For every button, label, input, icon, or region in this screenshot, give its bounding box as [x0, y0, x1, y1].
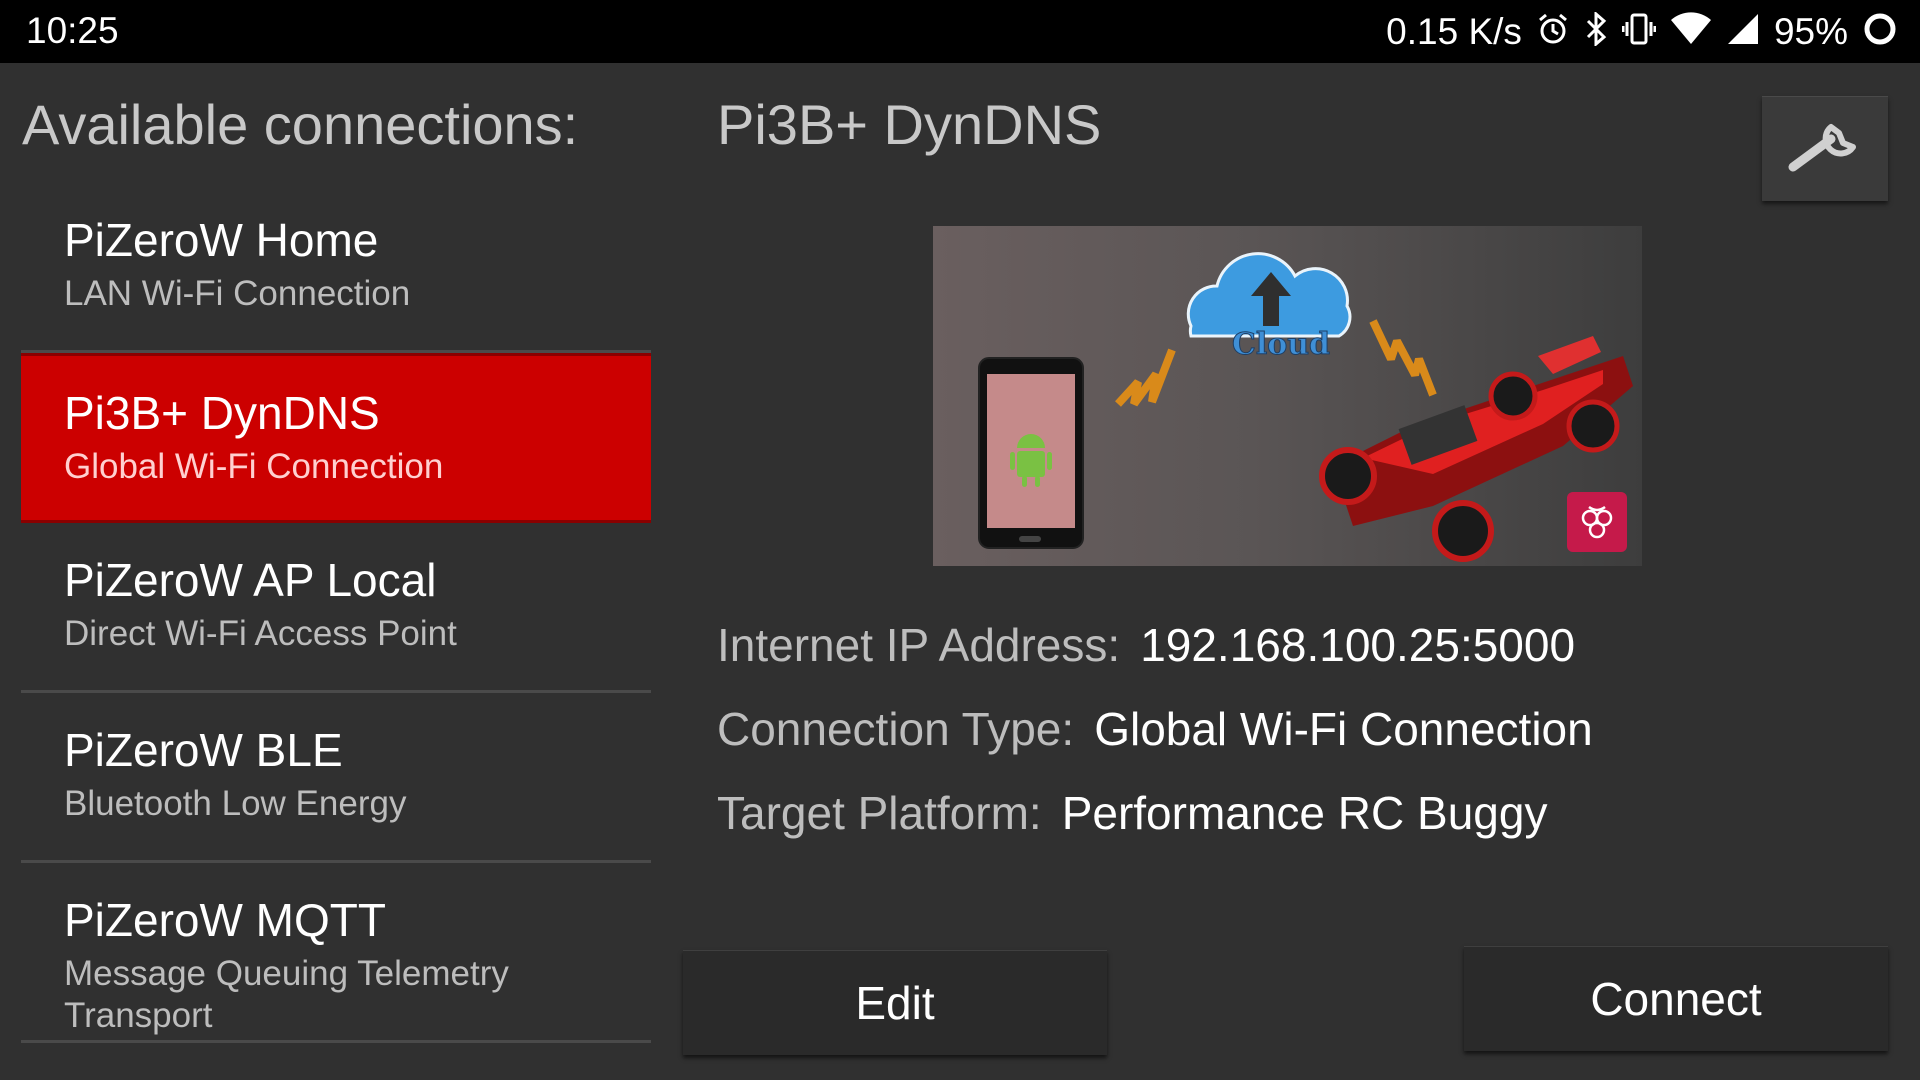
detail-title: Pi3B+ DynDNS [717, 93, 1102, 156]
status-time: 10:25 [26, 10, 119, 51]
svg-text:Cloud: Cloud [1232, 327, 1330, 362]
target-platform-row: Target Platform: Performance RC Buggy [717, 786, 1547, 840]
connect-button[interactable]: Connect [1464, 946, 1888, 1051]
vibrate-icon [1621, 12, 1657, 51]
battery-icon [1862, 11, 1898, 52]
alarm-icon [1536, 12, 1570, 51]
connection-name: PiZeroW MQTT [64, 894, 386, 946]
connection-item-pizerow-ap-local[interactable]: PiZeroW AP Local Direct Wi-Fi Access Poi… [21, 523, 651, 693]
connections-heading: Available connections: [22, 93, 579, 156]
cloud-icon: Cloud [1186, 252, 1352, 363]
wrench-icon [1787, 119, 1863, 180]
target-platform-label: Target Platform: [717, 787, 1042, 839]
connection-subtitle: LAN Wi-Fi Connection [64, 274, 411, 313]
status-bar: 10:25 0.15 K/s 95% [0, 0, 1920, 63]
connection-type-value: Global Wi-Fi Connection [1094, 703, 1593, 755]
battery-percent: 95% [1773, 10, 1848, 52]
signal-icon [1726, 12, 1760, 51]
connection-type-label: Connection Type: [717, 703, 1075, 755]
ip-address-value: 192.168.100.25:5000 [1140, 619, 1576, 671]
raspberry-pi-icon [1567, 492, 1627, 552]
connection-item-pizerow-home[interactable]: PiZeroW Home LAN Wi-Fi Connection [21, 183, 651, 353]
status-icons: 0.15 K/s 95% [1386, 0, 1898, 63]
connection-name: PiZeroW AP Local [64, 554, 437, 606]
wifi-icon [1670, 12, 1712, 51]
phone-graphic [978, 357, 1084, 549]
connection-item-pizerow-ble[interactable]: PiZeroW BLE Bluetooth Low Energy [21, 693, 651, 863]
connection-subtitle: Message Queuing Telemetry Transport [64, 954, 509, 1035]
net-speed: 0.15 K/s [1386, 10, 1522, 52]
connection-subtitle: Global Wi-Fi Connection [64, 447, 444, 486]
connection-illustration: Cloud [933, 226, 1642, 566]
connection-name: PiZeroW Home [64, 214, 379, 266]
ip-address-label: Internet IP Address: [717, 619, 1121, 671]
connection-item-pizerow-mqtt[interactable]: PiZeroW MQTT Message Queuing Telemetry T… [21, 863, 651, 1043]
settings-button[interactable] [1762, 96, 1888, 201]
connection-name: PiZeroW BLE [64, 724, 343, 776]
bluetooth-icon [1584, 10, 1608, 51]
target-platform-value: Performance RC Buggy [1061, 787, 1548, 839]
connection-subtitle: Direct Wi-Fi Access Point [64, 614, 457, 653]
ip-address-row: Internet IP Address: 192.168.100.25:5000 [717, 618, 1575, 672]
connection-name: Pi3B+ DynDNS [64, 387, 380, 439]
connection-item-pi3b-dyndns[interactable]: Pi3B+ DynDNS Global Wi-Fi Connection [21, 353, 651, 523]
connection-list: PiZeroW Home LAN Wi-Fi Connection Pi3B+ … [21, 183, 651, 1043]
edit-button[interactable]: Edit [683, 950, 1107, 1055]
connection-type-row: Connection Type: Global Wi-Fi Connection [717, 702, 1593, 756]
connection-subtitle: Bluetooth Low Energy [64, 784, 407, 823]
